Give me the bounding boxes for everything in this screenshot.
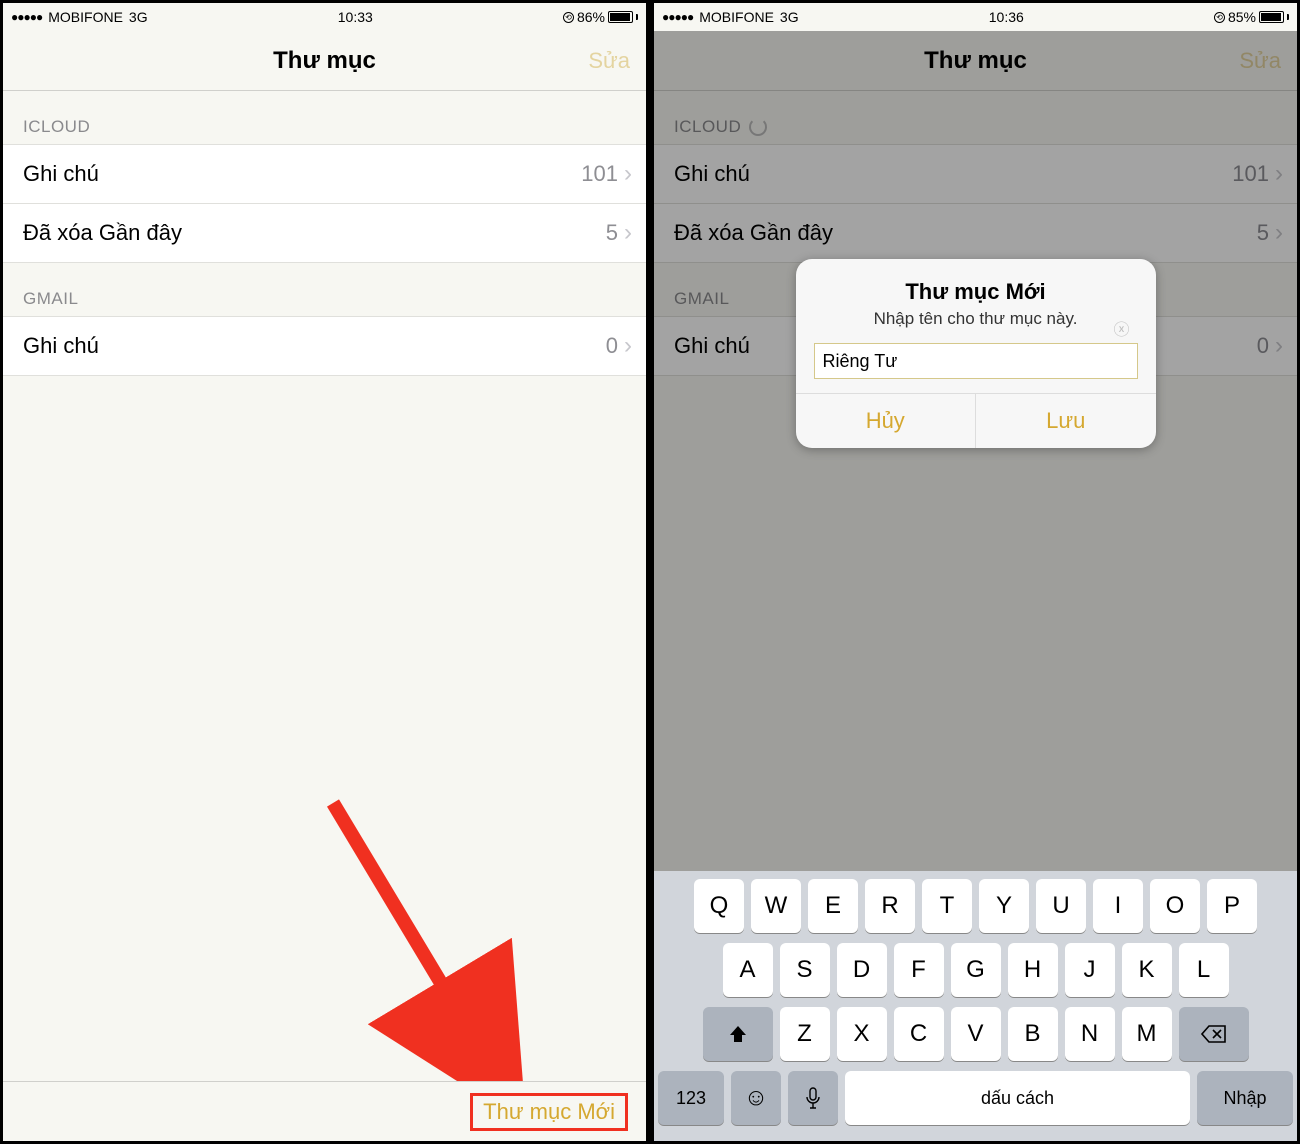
mic-key[interactable] [788,1071,838,1125]
folder-name-input[interactable] [814,343,1138,379]
signal-dots-icon: ●●●●● [11,10,42,24]
battery-percent: 86% [577,9,605,25]
status-bar: ●●●●● MOBIFONE 3G 10:33 ⟲ 86% [3,3,646,31]
bottom-toolbar: Thư mục Mới [3,1081,646,1141]
orientation-lock-icon: ⟲ [1214,12,1225,23]
key-r[interactable]: R [865,879,915,933]
backspace-key[interactable] [1179,1007,1249,1061]
return-key[interactable]: Nhập [1197,1071,1293,1125]
key-u[interactable]: U [1036,879,1086,933]
status-bar: ●●●●● MOBIFONE 3G 10:36 ⟲ 85% [654,3,1297,31]
carrier-label: MOBIFONE [699,9,774,25]
key-j[interactable]: J [1065,943,1115,997]
clock-label: 10:36 [989,9,1024,25]
space-key[interactable]: dấu cách [845,1071,1190,1125]
key-k[interactable]: K [1122,943,1172,997]
section-header-icloud: ICLOUD [3,91,646,145]
alert-title: Thư mục Mới [796,259,1156,309]
key-b[interactable]: B [1008,1007,1058,1061]
folder-label: Đã xóa Gần đây [23,220,606,246]
key-q[interactable]: Q [694,879,744,933]
folder-count: 101 [581,161,618,187]
folder-count: 0 [606,333,618,359]
save-button[interactable]: Lưu [975,394,1156,448]
orientation-lock-icon: ⟲ [563,12,574,23]
chevron-right-icon: › [624,160,632,188]
folder-label: Ghi chú [23,161,581,187]
cancel-button[interactable]: Hủy [796,394,976,448]
section-header-gmail: GMAIL [3,263,646,317]
key-e[interactable]: E [808,879,858,933]
key-a[interactable]: A [723,943,773,997]
annotation-arrow-icon [313,783,533,1103]
key-s[interactable]: S [780,943,830,997]
network-label: 3G [780,9,799,25]
key-n[interactable]: N [1065,1007,1115,1061]
alert-message: Nhập tên cho thư mục này. [796,309,1156,343]
clock-label: 10:33 [338,9,373,25]
clear-input-icon[interactable]: ⓧ [1113,316,1129,340]
carrier-label: MOBIFONE [48,9,123,25]
signal-dots-icon: ●●●●● [662,10,693,24]
chevron-right-icon: › [624,219,632,247]
key-d[interactable]: D [837,943,887,997]
chevron-right-icon: › [624,332,632,360]
key-p[interactable]: P [1207,879,1257,933]
key-i[interactable]: I [1093,879,1143,933]
key-v[interactable]: V [951,1007,1001,1061]
key-w[interactable]: W [751,879,801,933]
numbers-key[interactable]: 123 [658,1071,724,1125]
key-x[interactable]: X [837,1007,887,1061]
key-g[interactable]: G [951,943,1001,997]
key-z[interactable]: Z [780,1007,830,1061]
key-o[interactable]: O [1150,879,1200,933]
battery-percent: 85% [1228,9,1256,25]
phone-screen-left: ●●●●● MOBIFONE 3G 10:33 ⟲ 86% Thư mục Sử… [2,2,647,1142]
network-label: 3G [129,9,148,25]
battery-icon [608,11,633,23]
key-m[interactable]: M [1122,1007,1172,1061]
battery-icon [1259,11,1284,23]
key-y[interactable]: Y [979,879,1029,933]
folder-label: Ghi chú [23,333,606,359]
key-c[interactable]: C [894,1007,944,1061]
key-t[interactable]: T [922,879,972,933]
folder-row-recently-deleted[interactable]: Đã xóa Gần đây 5 › [3,203,646,263]
folder-row-gmail-notes[interactable]: Ghi chú 0 › [3,316,646,376]
emoji-key[interactable]: ☺ [731,1071,781,1125]
key-f[interactable]: F [894,943,944,997]
phone-screen-right: ●●●●● MOBIFONE 3G 10:36 ⟲ 85% Thư mục Sử… [653,2,1298,1142]
nav-bar: Thư mục Sửa [3,31,646,91]
folder-count: 5 [606,220,618,246]
edit-button[interactable]: Sửa [588,48,630,74]
key-h[interactable]: H [1008,943,1058,997]
new-folder-button[interactable]: Thư mục Mới [470,1093,628,1131]
page-title: Thư mục [273,47,376,75]
new-folder-alert: Thư mục Mới Nhập tên cho thư mục này. ⓧ … [796,259,1156,448]
shift-key[interactable] [703,1007,773,1061]
folder-row-notes[interactable]: Ghi chú 101 › [3,144,646,204]
key-l[interactable]: L [1179,943,1229,997]
keyboard: QWERTYUIOP ASDFGHJKL ZXCVBNM 123 ☺ dấu c… [654,871,1297,1141]
